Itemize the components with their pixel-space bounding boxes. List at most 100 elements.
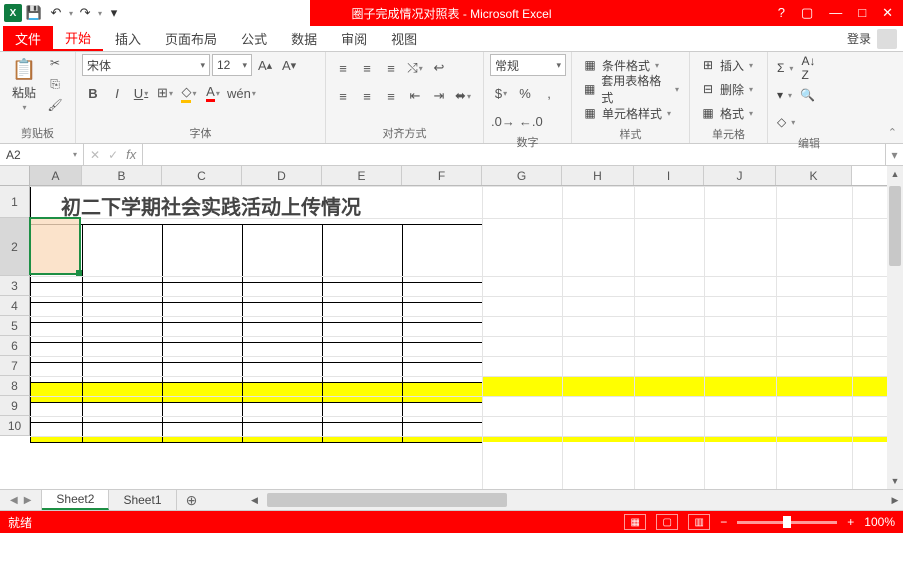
cell[interactable]	[243, 423, 323, 443]
cell[interactable]	[243, 303, 323, 323]
cell[interactable]	[243, 403, 323, 423]
format-table-button[interactable]: ▦套用表格格式▾	[578, 78, 683, 100]
tab-review[interactable]: 审阅	[329, 26, 379, 51]
fill-button[interactable]: ▾▾	[774, 84, 795, 106]
tab-view[interactable]: 视图	[379, 26, 429, 51]
scrollbar-thumb[interactable]	[889, 186, 901, 266]
cell[interactable]	[403, 323, 483, 343]
find-select-button[interactable]: 🔍	[797, 84, 818, 106]
autosum-button[interactable]: Σ▾	[774, 57, 796, 79]
tab-insert[interactable]: 插入	[103, 26, 153, 51]
orientation-button[interactable]: ⤭▾	[404, 57, 426, 79]
cell[interactable]	[403, 303, 483, 323]
cell[interactable]	[243, 283, 323, 303]
row-header[interactable]: 6	[0, 336, 30, 356]
next-sheet-icon[interactable]: ▶	[24, 495, 32, 506]
customize-qat-icon[interactable]: ▾	[104, 3, 124, 23]
tab-home[interactable]: 开始	[53, 26, 103, 51]
cell[interactable]	[163, 283, 243, 303]
user-avatar-icon[interactable]	[877, 29, 897, 49]
row-header[interactable]: 7	[0, 356, 30, 376]
undo-button[interactable]: ↶	[46, 3, 66, 23]
collapse-ribbon-icon[interactable]: ⌃	[888, 126, 897, 139]
undo-dropdown-icon[interactable]: ▾	[69, 9, 73, 18]
select-all-corner[interactable]	[0, 166, 30, 186]
cell[interactable]	[323, 323, 403, 343]
format-painter-button[interactable]: 🖌	[45, 96, 65, 114]
row-header[interactable]: 10	[0, 416, 30, 436]
decrease-font-button[interactable]: A▾	[278, 54, 300, 76]
underline-button[interactable]: U▾	[130, 82, 152, 104]
cell[interactable]	[163, 323, 243, 343]
cell[interactable]	[243, 225, 323, 283]
tab-navigation[interactable]: ◀▶	[0, 490, 42, 510]
row-header[interactable]: 2	[0, 218, 30, 276]
cell[interactable]	[31, 383, 83, 403]
italic-button[interactable]: I	[106, 82, 128, 104]
wrap-text-button[interactable]: ↩	[428, 57, 450, 79]
cell[interactable]	[323, 423, 403, 443]
row-header[interactable]: 3	[0, 276, 30, 296]
align-right-button[interactable]: ≡	[380, 85, 402, 107]
tab-formulas[interactable]: 公式	[229, 26, 279, 51]
row-header[interactable]: 8	[0, 376, 30, 396]
decrease-decimal-button[interactable]: ←.0	[518, 110, 544, 132]
cell[interactable]	[31, 323, 83, 343]
cell[interactable]	[83, 323, 163, 343]
column-header[interactable]: J	[704, 166, 776, 185]
cell[interactable]	[83, 343, 163, 363]
align-bottom-button[interactable]: ≡	[380, 57, 402, 79]
phonetic-button[interactable]: wén▾	[226, 82, 257, 104]
normal-view-button[interactable]: ▦	[624, 514, 646, 530]
zoom-slider[interactable]	[737, 521, 837, 524]
cell[interactable]	[323, 225, 403, 283]
cell-styles-button[interactable]: ▦单元格样式▾	[578, 102, 675, 124]
cell[interactable]	[323, 403, 403, 423]
accounting-format-button[interactable]: $▾	[490, 82, 512, 104]
number-format-combo[interactable]: 常规▾	[490, 54, 566, 76]
name-box[interactable]: A2▾	[0, 144, 84, 165]
ribbon-display-button[interactable]: ▢	[801, 5, 813, 21]
zoom-in-button[interactable]: +	[847, 515, 854, 529]
cell[interactable]	[243, 343, 323, 363]
paste-button[interactable]: 📋 粘贴 ▾	[6, 54, 42, 114]
save-button[interactable]: 💾	[24, 3, 44, 23]
cell[interactable]	[403, 423, 483, 443]
cell[interactable]	[403, 403, 483, 423]
fill-color-button[interactable]: ◇▾	[178, 82, 200, 104]
scroll-down-icon[interactable]: ▼	[887, 473, 903, 489]
row-header[interactable]: 4	[0, 296, 30, 316]
page-layout-view-button[interactable]: ▢	[656, 514, 678, 530]
page-break-view-button[interactable]: ▥	[688, 514, 710, 530]
cell[interactable]	[31, 303, 83, 323]
login-link[interactable]: 登录	[847, 30, 871, 47]
align-center-button[interactable]: ≡	[356, 85, 378, 107]
column-header[interactable]: K	[776, 166, 852, 185]
cell[interactable]	[403, 283, 483, 303]
cell[interactable]	[83, 383, 163, 403]
row-header[interactable]: 5	[0, 316, 30, 336]
scrollbar-thumb[interactable]	[267, 493, 507, 507]
cell[interactable]	[163, 225, 243, 283]
prev-sheet-icon[interactable]: ◀	[10, 495, 18, 506]
cancel-formula-icon[interactable]: ✕	[90, 148, 100, 162]
tab-file[interactable]: 文件	[3, 26, 53, 51]
percent-button[interactable]: %	[514, 82, 536, 104]
scroll-up-icon[interactable]: ▲	[887, 166, 903, 182]
sheet-tab[interactable]: Sheet2	[42, 490, 109, 510]
fill-handle[interactable]	[76, 270, 82, 276]
column-header[interactable]: I	[634, 166, 704, 185]
cell[interactable]	[163, 383, 243, 403]
increase-decimal-button[interactable]: .0→	[490, 110, 516, 132]
redo-dropdown-icon[interactable]: ▾	[98, 9, 102, 18]
format-cells-button[interactable]: ▦格式▾	[696, 102, 757, 124]
column-header[interactable]: H	[562, 166, 634, 185]
column-header[interactable]: E	[322, 166, 402, 185]
align-middle-button[interactable]: ≡	[356, 57, 378, 79]
increase-indent-button[interactable]: ⇥	[428, 85, 450, 107]
cell[interactable]	[403, 363, 483, 383]
help-button[interactable]: ?	[778, 5, 785, 21]
enter-formula-icon[interactable]: ✓	[108, 148, 118, 162]
cell[interactable]	[83, 423, 163, 443]
column-header[interactable]: F	[402, 166, 482, 185]
